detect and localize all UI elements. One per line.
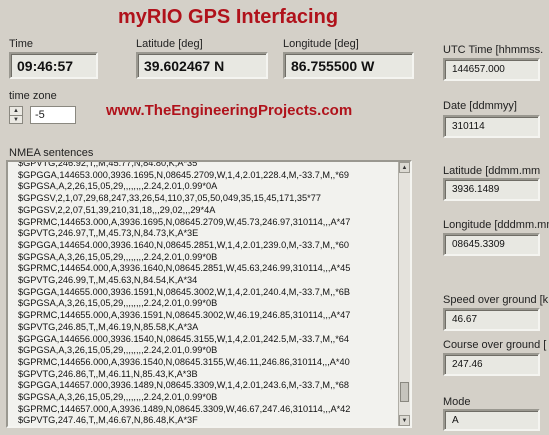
- nmea-line: $GPVTG,246.97,T,,M,45.73,N,84.73,K,A*3E: [18, 228, 199, 239]
- nmea-line: $GPRMC,144656.000,A,3936.1540,N,08645.31…: [18, 356, 350, 367]
- watermark-text: www.TheEngineeringProjects.com: [106, 102, 353, 119]
- speed-label: Speed over ground [k: [443, 294, 549, 306]
- scroll-up-icon[interactable]: ▲: [399, 162, 410, 173]
- course-label: Course over ground [: [443, 339, 547, 351]
- nmea-label: NMEA sentences: [9, 147, 94, 159]
- nmea-sentences-box[interactable]: $GPVTG,246.92,T,,M,45.77,N,84.80,K,A*35 …: [6, 160, 412, 428]
- nmea-lines: $GPVTG,246.92,T,,M,45.77,N,84.80,K,A*35 …: [18, 160, 396, 426]
- nmea-line: $GPGGA,144657.000,3936.1489,N,08645.3309…: [18, 380, 349, 391]
- longitude-indicator: 86.755500 W: [283, 52, 414, 79]
- mode-label: Mode: [443, 396, 471, 408]
- nmea-line: $GPGSA,A,3,26,15,05,29,,,,,,,,2.24,2.01,…: [18, 392, 218, 403]
- latitude-raw-indicator: 3936.1489: [443, 178, 540, 201]
- nmea-line: $GPGSA,A,2,26,15,05,29,,,,,,,,2.24,2.01,…: [18, 181, 218, 192]
- nmea-line: $GPGSA,A,3,26,15,05,29,,,,,,,,2.24,2.01,…: [18, 298, 218, 309]
- nmea-line: $GPGSV,2,1,07,29,68,247,33,26,54,110,37,…: [18, 193, 321, 204]
- page-title: myRIO GPS Interfacing: [118, 6, 339, 28]
- date-label: Date [ddmmyy]: [443, 100, 517, 112]
- latitude-indicator: 39.602467 N: [136, 52, 268, 79]
- latitude-label: Latitude [deg]: [136, 38, 203, 50]
- course-indicator: 247.46: [443, 353, 540, 376]
- nmea-line: $GPGGA,144653.000,3936.1695,N,08645.2709…: [18, 169, 349, 180]
- time-zone-input[interactable]: -5: [30, 106, 76, 124]
- nmea-line: $GPGSA,A,3,26,15,05,29,,,,,,,,2.24,2.01,…: [18, 345, 218, 356]
- longitude-label: Longitude [deg]: [283, 38, 359, 50]
- time-label: Time: [9, 38, 34, 50]
- nmea-line: $GPGGA,144656.000,3936.1540,N,08645.3155…: [18, 333, 349, 344]
- longitude-raw-label: Longitude [dddmm.mm: [443, 219, 549, 231]
- nmea-line: $GPVTG,246.85,T,,M,46.19,N,85.58,K,A*3A: [18, 321, 199, 332]
- nmea-line: $GPGGA,144655.000,3936.1591,N,08645.3002…: [18, 286, 351, 297]
- nmea-line: $GPVTG,247.46,T,,M,46.67,N,86.48,K,A*3F: [18, 415, 198, 426]
- nmea-line: $GPGGA,144654.000,3936.1640,N,08645.2851…: [18, 239, 349, 250]
- time-indicator: 09:46:57: [9, 52, 98, 79]
- scroll-thumb[interactable]: [400, 382, 409, 402]
- nmea-line: $GPVTG,246.99,T,,M,45.63,N,84.54,K,A*34: [18, 275, 198, 286]
- latitude-raw-label: Latitude [ddmm.mm: [443, 165, 541, 177]
- nmea-line: $GPRMC,144657.000,A,3936.1489,N,08645.33…: [18, 403, 351, 414]
- speed-indicator: 46.67: [443, 308, 540, 331]
- nmea-line: $GPRMC,144653.000,A,3936.1695,N,08645.27…: [18, 216, 351, 227]
- time-zone-label: time zone: [9, 90, 57, 102]
- nmea-line: $GPRMC,144655.000,A,3936.1591,N,08645.30…: [18, 310, 351, 321]
- nmea-line: $GPRMC,144654.000,A,3936.1640,N,08645.28…: [18, 263, 351, 274]
- mode-indicator: A: [443, 409, 540, 431]
- nmea-line: $GPGSV,2,2,07,51,39,210,31,18,,,29,02,,,…: [18, 204, 216, 215]
- utc-time-label: UTC Time [hhmmss.: [443, 44, 544, 56]
- longitude-raw-indicator: 08645.3309: [443, 233, 540, 256]
- nmea-line: $GPVTG,246.86,T,,M,46.11,N,85.43,K,A*3B: [18, 368, 198, 379]
- time-zone-stepper[interactable]: ▲ ▼: [9, 106, 23, 124]
- nmea-line: $GPGSA,A,3,26,15,05,29,,,,,,,,2.24,2.01,…: [18, 251, 218, 262]
- date-indicator: 310114: [443, 115, 540, 138]
- arrow-down-icon[interactable]: ▼: [10, 116, 22, 124]
- nmea-line: $GPVTG,246.92,T,,M,45.77,N,84.80,K,A*35: [18, 160, 198, 168]
- arrow-up-icon[interactable]: ▲: [10, 107, 22, 116]
- scroll-down-icon[interactable]: ▼: [399, 415, 410, 426]
- nmea-scrollbar[interactable]: ▲ ▼: [398, 162, 410, 426]
- utc-time-indicator: 144657.000: [443, 58, 540, 81]
